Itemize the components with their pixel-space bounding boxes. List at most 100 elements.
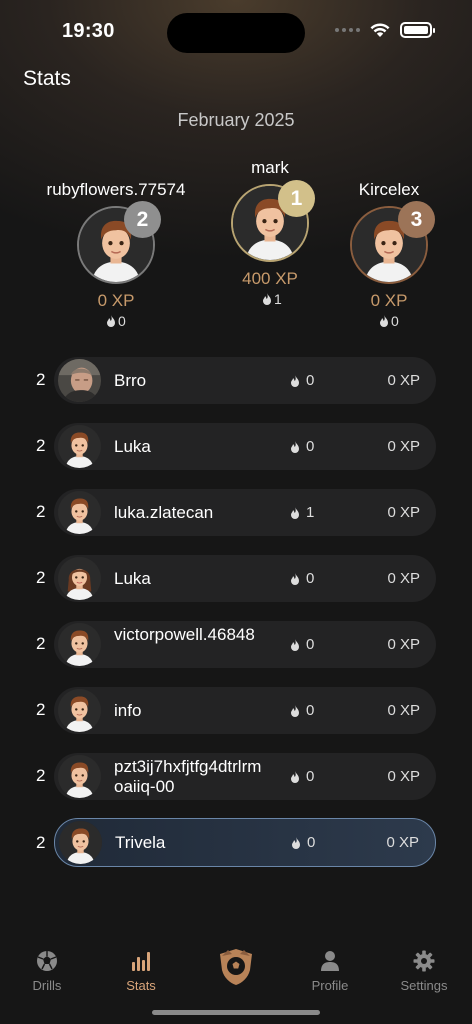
- row-streak-count: 0: [306, 636, 315, 653]
- row-streak-count: 0: [306, 438, 315, 455]
- row-streak: 0: [290, 702, 314, 719]
- row-username: Luka: [114, 569, 151, 588]
- flame-icon: [291, 374, 299, 387]
- row-username: victorpowell.46848: [114, 625, 255, 644]
- row-rank: 2: [36, 833, 46, 852]
- status-time: 19:30: [62, 20, 115, 42]
- avatar: [58, 557, 101, 600]
- podium-first-streak-count: 1: [274, 291, 282, 307]
- row-xp: 0 XP: [387, 504, 420, 521]
- row-xp: 0 XP: [387, 438, 420, 455]
- leaderboard-row[interactable]: Luka 0 0 XP: [54, 423, 436, 470]
- leaderboard-row-current-user[interactable]: Trivela 0 0 XP: [54, 818, 436, 867]
- row-streak-count: 1: [306, 504, 315, 521]
- podium-second-name: rubyflowers.77574: [46, 180, 186, 199]
- podium-first-name: mark: [251, 158, 289, 177]
- avatar: [59, 821, 102, 864]
- podium-third-xp: 0 XP: [370, 291, 408, 310]
- row-xp: 0 XP: [386, 834, 419, 851]
- row-rank: 2: [36, 700, 46, 719]
- page-title: Stats: [23, 67, 71, 90]
- row-username: Luka: [114, 437, 151, 456]
- row-rank: 2: [36, 568, 46, 587]
- row-streak-count: 0: [307, 834, 316, 851]
- leaderboard-row[interactable]: luka.zlatecan 1 0 XP: [54, 489, 436, 536]
- tab-profile-label: Profile: [311, 978, 349, 993]
- row-username: Trivela: [115, 833, 166, 852]
- row-rank: 2: [36, 502, 46, 521]
- status-icons: [335, 22, 435, 38]
- row-username: info: [114, 701, 142, 720]
- avatar: [58, 491, 101, 534]
- podium-second-streak: 0: [106, 313, 126, 329]
- shield-logo-icon: [220, 949, 252, 985]
- avatar: [58, 755, 101, 798]
- podium-second-streak-count: 0: [118, 313, 126, 329]
- wifi-icon: [370, 22, 390, 37]
- flame-icon: [291, 572, 299, 585]
- flame-icon: [291, 506, 299, 519]
- row-streak: 0: [290, 636, 314, 653]
- person-icon: [321, 951, 339, 971]
- podium-first-xp: 400 XP: [242, 269, 298, 288]
- podium-third-streak-count: 0: [391, 313, 399, 329]
- row-xp: 0 XP: [387, 570, 420, 587]
- dynamic-island: [167, 13, 305, 53]
- row-xp: 0 XP: [387, 636, 420, 653]
- row-username: Brro: [114, 371, 147, 390]
- row-streak-count: 0: [306, 570, 315, 587]
- status-bar: 19:30: [0, 0, 472, 60]
- row-streak-count: 0: [306, 768, 315, 785]
- avatar: [58, 689, 101, 732]
- tab-stats-label: Stats: [126, 978, 156, 993]
- row-rank: 2: [36, 766, 46, 785]
- cellular-signal-icon: [335, 28, 360, 32]
- battery-icon: [400, 22, 435, 38]
- soccer-ball-icon: [37, 951, 57, 971]
- month-label: February 2025: [177, 110, 295, 130]
- row-rank: 2: [36, 634, 46, 653]
- row-streak: 0: [290, 768, 314, 785]
- row-streak: 0: [290, 570, 314, 587]
- leaderboard-row[interactable]: pzt3ij7hxfjtfg4dtrlrmoaiiq-00 0 0 XP: [54, 753, 436, 800]
- flame-icon: [291, 638, 299, 651]
- podium-second-badge: 2: [124, 201, 161, 238]
- row-xp: 0 XP: [387, 768, 420, 785]
- flame-icon: [380, 315, 388, 327]
- row-streak: 0: [291, 834, 315, 851]
- row-username: pzt3ij7hxfjtfg4dtrlrmoaiiq-00: [114, 757, 262, 796]
- avatar: [58, 359, 101, 402]
- gear-icon: [413, 950, 435, 972]
- tab-settings-label: Settings: [400, 978, 448, 993]
- tab-profile[interactable]: Profile: [290, 950, 370, 993]
- tab-stats[interactable]: Stats: [101, 950, 181, 993]
- avatar: [58, 623, 101, 666]
- leaderboard-row[interactable]: Luka 0 0 XP: [54, 555, 436, 602]
- tab-drills[interactable]: Drills: [7, 950, 87, 993]
- row-xp: 0 XP: [387, 372, 420, 389]
- row-rank: 2: [36, 436, 46, 455]
- podium-first-streak: 1: [262, 291, 282, 307]
- flame-icon: [291, 704, 299, 717]
- podium-third-name: Kircelex: [358, 180, 420, 199]
- flame-icon: [107, 315, 115, 327]
- podium-third-streak: 0: [379, 313, 399, 329]
- row-xp: 0 XP: [387, 702, 420, 719]
- flame-icon: [291, 770, 299, 783]
- row-streak: 0: [290, 372, 314, 389]
- podium-second-xp: 0 XP: [97, 291, 135, 310]
- row-streak-count: 0: [306, 372, 315, 389]
- leaderboard-row[interactable]: info 0 0 XP: [54, 687, 436, 734]
- row-streak: 1: [290, 504, 314, 521]
- flame-icon: [263, 293, 271, 305]
- bar-chart-icon: [132, 952, 150, 971]
- row-username: luka.zlatecan: [114, 503, 214, 522]
- podium-third-badge: 3: [398, 201, 435, 238]
- leaderboard-row[interactable]: victorpowell.46848 0 0 XP: [54, 621, 436, 668]
- podium-first-badge: 1: [278, 180, 315, 217]
- leaderboard-row[interactable]: Brro 0 0 XP: [54, 357, 436, 404]
- tab-home-logo[interactable]: [196, 948, 276, 992]
- home-indicator: [152, 1010, 320, 1015]
- tab-settings[interactable]: Settings: [384, 950, 464, 993]
- row-streak: 0: [290, 438, 314, 455]
